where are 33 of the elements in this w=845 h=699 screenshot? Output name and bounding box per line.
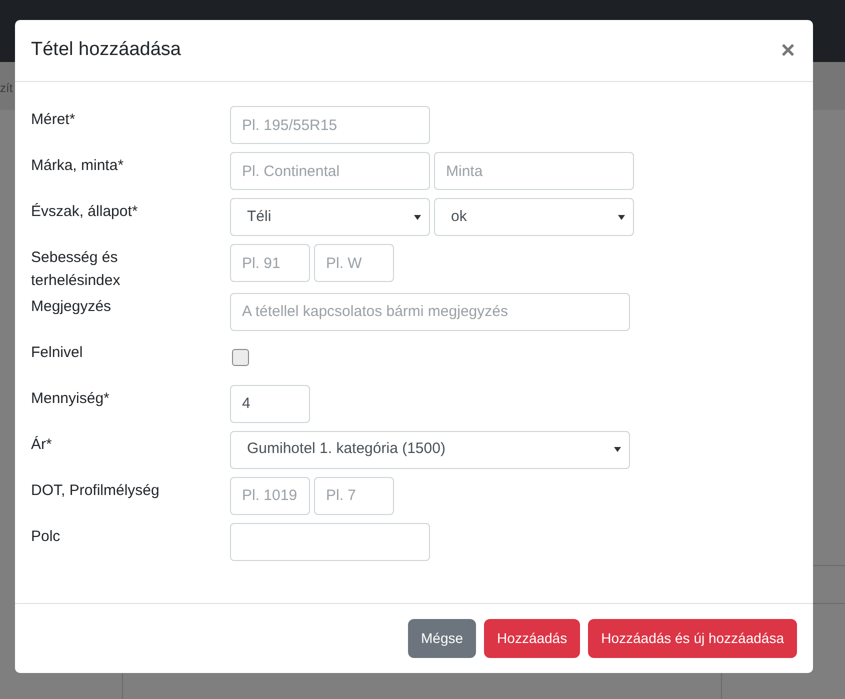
input-field[interactable]: Pl. 7 — [314, 476, 394, 514]
caret-icon — [618, 214, 625, 220]
field-label: Ár* — [31, 434, 53, 454]
field-label: Mennyiség* — [31, 388, 110, 408]
field-label: Méret* — [31, 110, 76, 130]
input-field[interactable]: Pl. Continental — [230, 152, 430, 190]
field-label: Márka, minta* — [31, 156, 125, 176]
checkbox[interactable] — [232, 348, 249, 366]
input-field[interactable]: Pl. 1019 — [230, 476, 310, 514]
dialog-button[interactable]: Hozzáadás — [484, 619, 580, 658]
field-label: DOT, Profilmélység — [31, 480, 160, 500]
input-field[interactable]: Pl. W — [314, 244, 394, 282]
select-field[interactable]: Téli — [230, 198, 430, 236]
select-field[interactable]: ok — [434, 198, 634, 236]
input-field[interactable]: A tétellel kapcsolatos bármi megjegyzés — [230, 292, 630, 330]
field-label: Évszak, állapot* — [31, 202, 139, 222]
input-field[interactable] — [230, 522, 430, 560]
dialog-button[interactable]: Hozzáadás és új hozzáadása — [588, 619, 797, 658]
input-field[interactable]: Pl. 195/55R15 — [230, 106, 430, 144]
field-label: Sebesség és terhelésindex — [31, 248, 122, 292]
field-label: Felnivel — [31, 342, 84, 362]
dialog-button[interactable]: Mégse — [408, 619, 476, 658]
caret-icon — [614, 447, 621, 452]
input-field[interactable]: Minta — [434, 152, 634, 190]
field-label: Polc — [31, 526, 62, 546]
dialog-title: Tétel hozzáadása — [31, 39, 181, 62]
background-text: zít — [0, 80, 13, 97]
input-field[interactable]: Pl. 91 — [230, 244, 310, 282]
caret-icon — [414, 214, 421, 220]
close-button[interactable]: × — [778, 38, 797, 62]
input-field[interactable]: 4 — [230, 384, 310, 422]
field-label: Megjegyzés — [31, 296, 112, 316]
select-field[interactable]: Gumihotel 1. kategória (1500) — [230, 430, 630, 468]
